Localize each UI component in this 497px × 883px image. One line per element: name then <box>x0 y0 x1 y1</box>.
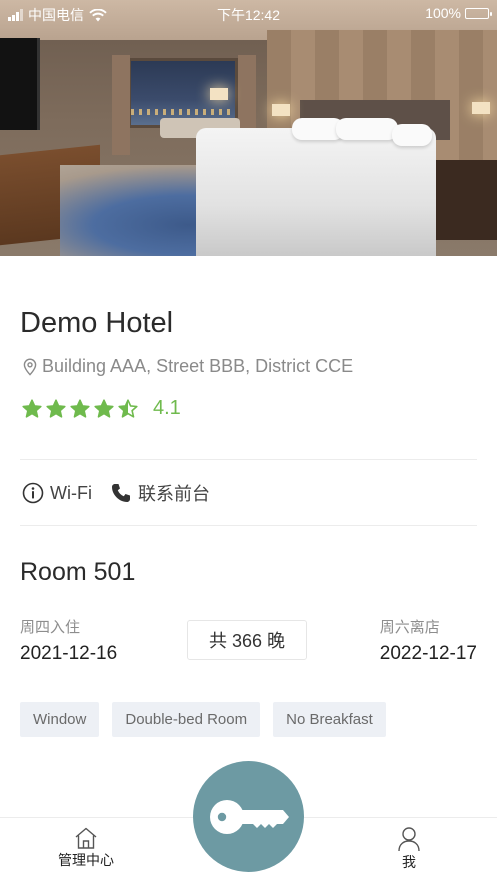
nav-home-label: 管理中心 <box>58 852 114 868</box>
key-icon <box>209 799 289 834</box>
nav-me-label: 我 <box>402 854 416 870</box>
user-icon <box>398 827 420 852</box>
room-tags: Window Double-bed Room No Breakfast <box>20 702 386 737</box>
hotel-name: Demo Hotel <box>20 307 174 339</box>
hotel-address: Building AAA, Street BBB, District CCE <box>42 356 354 376</box>
star-rating <box>22 398 138 419</box>
nav-item-management-center[interactable]: 管理中心 <box>58 826 114 870</box>
amenities-row: Wi-Fi 联系前台 <box>22 480 210 506</box>
room-tag: Window <box>20 702 100 737</box>
contact-front-desk-button[interactable]: 联系前台 <box>110 480 210 506</box>
checkin-day-label: 周四入住 <box>20 619 81 636</box>
status-bar: 中国电信 下午12:42 100% <box>0 0 497 26</box>
rating-value: 4.1 <box>153 397 181 419</box>
room-tag: No Breakfast <box>273 702 386 737</box>
contact-label: 联系前台 <box>137 484 210 504</box>
battery-percent: 100% <box>425 5 461 21</box>
star-icon <box>118 398 138 418</box>
rating-row: 4.1 <box>22 397 181 420</box>
star-icon <box>94 398 114 418</box>
wifi-info[interactable]: Wi-Fi <box>22 482 92 504</box>
home-icon <box>75 827 97 849</box>
room-tag: Double-bed Room <box>112 702 261 737</box>
star-icon <box>46 398 66 418</box>
divider <box>20 525 477 526</box>
checkin-block: 周四入住 2021-12-16 <box>20 616 117 665</box>
room-title: Room 501 <box>20 558 136 586</box>
unlock-key-button[interactable] <box>193 761 304 872</box>
checkout-day-label: 周六离店 <box>379 619 440 636</box>
hotel-room-photo <box>0 0 497 256</box>
star-icon <box>22 398 42 418</box>
star-icon <box>70 398 90 418</box>
checkout-block: 周六离店 2022-12-17 <box>380 616 477 665</box>
status-time: 下午12:42 <box>216 7 281 23</box>
wifi-label: Wi-Fi <box>50 482 92 503</box>
location-pin-icon <box>23 357 37 376</box>
info-icon <box>22 482 44 504</box>
checkout-date: 2022-12-17 <box>379 643 477 664</box>
nights-count-badge: 共 366 晚 <box>187 620 307 660</box>
nav-item-me[interactable]: 我 <box>396 826 422 872</box>
phone-icon <box>111 484 130 502</box>
battery-icon <box>465 7 492 19</box>
checkin-date: 2021-12-16 <box>20 643 118 664</box>
address-row: Building AAA, Street BBB, District CCE <box>22 356 353 377</box>
divider <box>20 459 477 460</box>
